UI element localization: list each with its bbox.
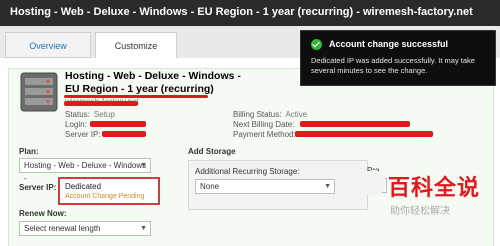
serverip-option-label: Server IP: [19,183,57,192]
next-billing-row: Next Billing Date: [233,120,295,129]
plan-label: Plan: [19,147,39,156]
redaction-mark [102,131,146,137]
redaction-mark [295,131,433,137]
storage-box: Additional Recurring Storage: None ▼ [188,160,368,210]
payment-method-row: Payment Method: [233,130,296,139]
additional-storage-label: Additional Recurring Storage: [195,167,300,176]
server-icon [20,72,58,112]
redaction-mark [300,121,410,127]
window-title: Hosting - Web - Deluxe - Windows - EU Re… [10,6,473,18]
watermark-logo-icon [360,170,386,196]
watermark-subtext: 助你轻松解决 [390,206,450,217]
chevron-down-icon: ▼ [324,183,331,190]
watermark-text: 百科全说 [388,175,481,200]
serverip-row: Server IP: [65,130,101,139]
renew-select[interactable]: Select renewal length ▼ [19,221,151,236]
redaction-mark [64,101,138,106]
notification-message: Dedicated IP was added successfully. It … [311,56,475,75]
storage-select[interactable]: None ▼ [195,179,335,194]
status-row: Status: Setup [65,110,115,119]
chevron-down-icon: ▼ [140,162,147,169]
tab-overview[interactable]: Overview [5,32,91,58]
product-title: Hosting - Web - Deluxe - Windows - EU Re… [65,70,241,95]
dedicated-ip-box[interactable]: Dedicated Account Change Pending [58,177,160,205]
pending-status: Account Change Pending [65,193,145,200]
success-notification: Account change successful Dedicated IP w… [300,30,496,86]
plan-select[interactable]: Hosting - Web - Deluxe - Windows - ▼ [19,158,151,183]
renew-label: Renew Now: [19,209,67,218]
check-circle-icon [311,39,322,50]
tab-customize[interactable]: Customize [95,32,177,59]
watermark: 百科全说 助你轻松解决 [360,168,496,226]
chevron-down-icon: ▼ [140,225,147,232]
add-storage-title: Add Storage [188,147,236,156]
dedicated-value: Dedicated [65,182,102,191]
billing-status-row: Billing Status: Active [233,110,308,119]
notification-title: Account change successful [329,39,449,49]
login-row: Login: [65,120,87,129]
redaction-mark [90,121,146,127]
window-titlebar: Hosting - Web - Deluxe - Windows - EU Re… [0,0,500,26]
